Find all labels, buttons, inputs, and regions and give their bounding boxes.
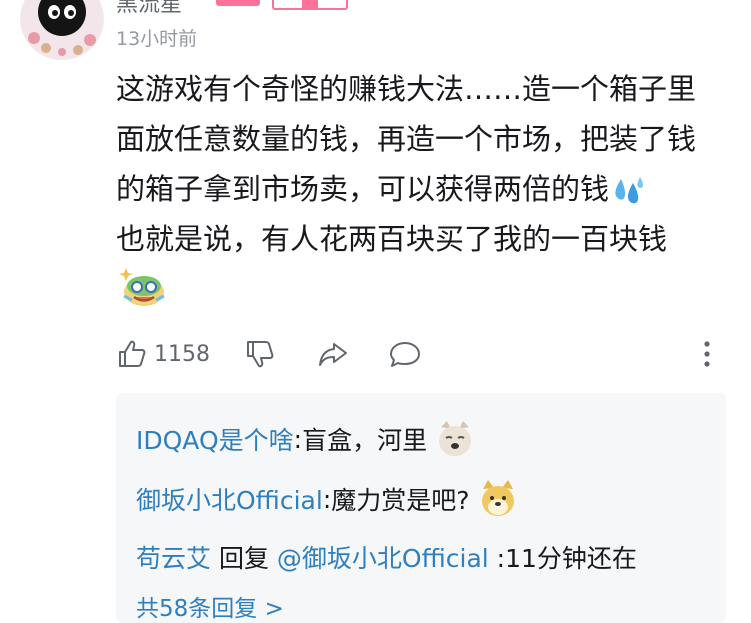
thumbs-down-icon bbox=[247, 341, 274, 368]
shiba-emote bbox=[481, 480, 514, 516]
avatar-image-icon bbox=[21, 0, 103, 60]
reply-item[interactable]: 苟云艾 回复 @御坂小北Official :11分钟还在 bbox=[136, 539, 637, 575]
reply-text: 魔力赏是吧? bbox=[331, 486, 470, 515]
view-more-replies-link[interactable]: 共58条回复 > bbox=[136, 589, 284, 623]
reply-item[interactable]: 御坂小北Official : 魔力赏是吧? bbox=[136, 479, 518, 519]
reply-button[interactable] bbox=[388, 332, 422, 376]
avatar[interactable] bbox=[20, 0, 104, 60]
like-count: 1158 bbox=[154, 341, 210, 367]
comment-username[interactable]: 黑流星 bbox=[116, 0, 182, 18]
thumbs-up-icon bbox=[119, 340, 146, 367]
share-button[interactable] bbox=[316, 332, 350, 376]
fan-medal-badge bbox=[272, 0, 348, 10]
level-badge bbox=[216, 0, 260, 6]
reply-username[interactable]: 苟云艾 bbox=[136, 539, 211, 575]
reply-separator: : bbox=[293, 424, 303, 454]
comment-line: 也就是说，有人花两百块买了我的一百块钱 bbox=[116, 222, 668, 256]
comment-line: 这游戏有个奇怪的赚钱大法……造一个箱子里 bbox=[116, 72, 697, 106]
doge-emote bbox=[439, 421, 472, 456]
dislike-button[interactable] bbox=[244, 332, 276, 376]
comment-icon bbox=[390, 342, 420, 367]
comment-body: 这游戏有个奇怪的赚钱大法……造一个箱子里 面放任意数量的钱，再造一个市场，把装了… bbox=[116, 64, 728, 310]
reply-separator: : bbox=[322, 484, 332, 514]
more-options-button[interactable] bbox=[702, 332, 712, 376]
reply-username[interactable]: 御坂小北Official bbox=[136, 481, 323, 517]
reply-mention-link[interactable]: @御坂小北Official bbox=[277, 539, 489, 575]
more-vertical-icon bbox=[704, 341, 710, 367]
share-icon bbox=[319, 343, 347, 366]
reply-preview-box[interactable]: IDQAQ是个啥 : 盲盒，河里 御坂小北Official : 魔力赏是吧? 苟… bbox=[116, 393, 726, 623]
sweat-drops-emote bbox=[615, 177, 644, 204]
comment-line: 的箱子拿到市场卖，可以获得两倍的钱 bbox=[116, 164, 728, 214]
reply-word: 回复 bbox=[211, 544, 277, 573]
reply-text: :11分钟还在 bbox=[488, 544, 637, 573]
reply-item[interactable]: IDQAQ是个啥 : 盲盒，河里 bbox=[136, 419, 475, 459]
comment-timestamp: 13小时前 bbox=[116, 28, 198, 50]
like-button[interactable]: 1158 bbox=[116, 332, 210, 376]
comment-line-text: 的箱子拿到市场卖，可以获得两倍的钱 bbox=[116, 172, 610, 206]
laughing-crying-emote bbox=[119, 268, 165, 306]
comment-action-bar: 1158 bbox=[116, 332, 732, 376]
reply-text: 盲盒，河里 bbox=[302, 426, 428, 455]
reply-username[interactable]: IDQAQ是个啥 bbox=[136, 421, 294, 457]
comment-line: 面放任意数量的钱，再造一个市场，把装了钱 bbox=[116, 122, 697, 156]
